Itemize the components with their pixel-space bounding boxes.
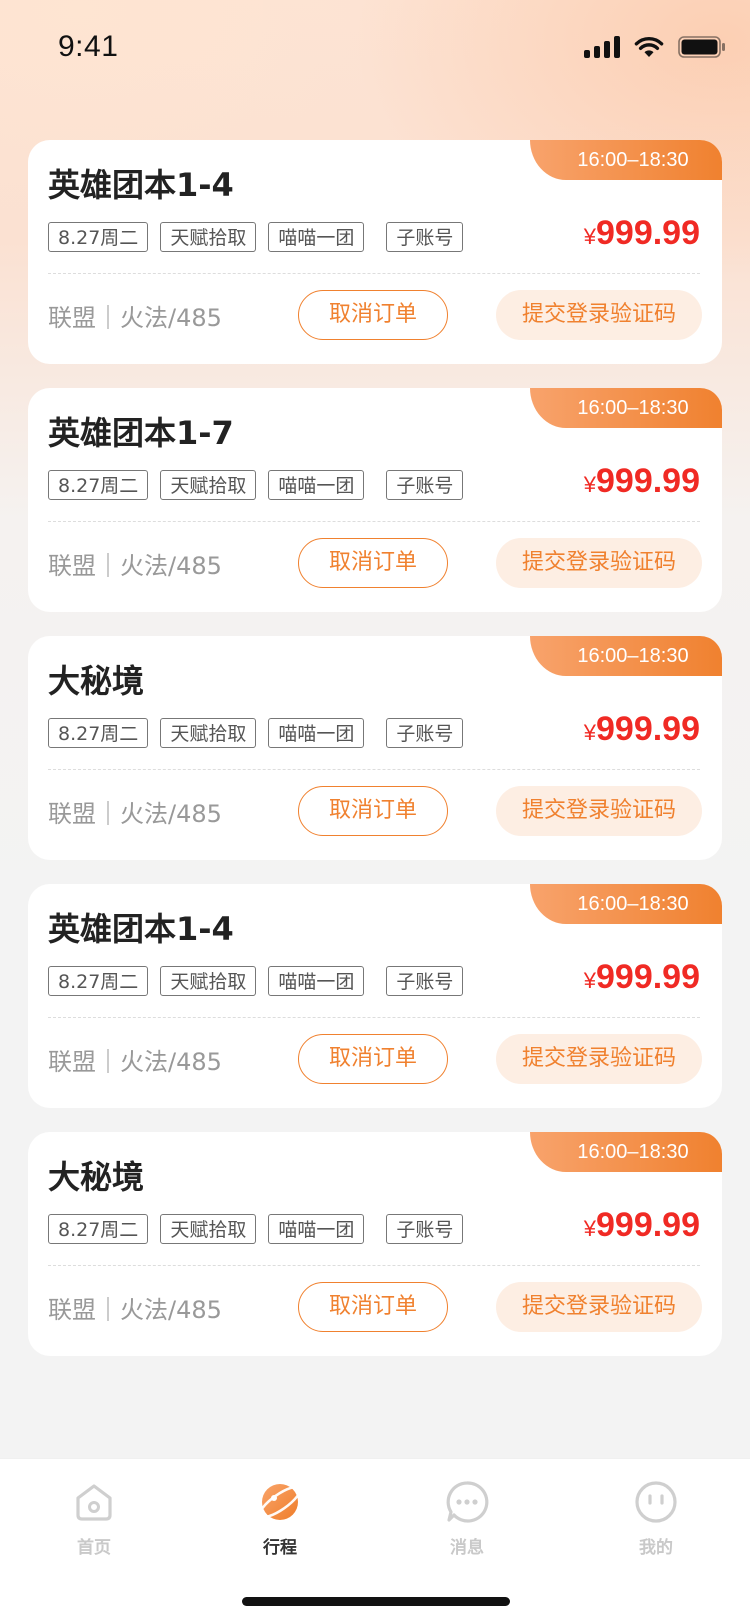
- order-card[interactable]: 16:00–18:30 大秘境 8.27周二 天赋拾取 喵喵一团 子账号 ¥99…: [28, 1132, 722, 1356]
- price-amount: 999.99: [596, 462, 700, 500]
- tab-label: 我的: [639, 1538, 673, 1558]
- tag-date: 8.27周二: [48, 718, 149, 748]
- cellular-signal-icon: [584, 36, 620, 58]
- tab-itinerary[interactable]: 行程: [220, 1479, 340, 1558]
- status-icons: [584, 36, 726, 58]
- tag-team: 喵喵一团: [268, 1214, 365, 1244]
- cancel-order-button[interactable]: 取消订单: [298, 1034, 448, 1084]
- tag-loot: 天赋拾取: [160, 222, 257, 252]
- chat-icon: [446, 1481, 489, 1523]
- order-card[interactable]: 16:00–18:30 大秘境 8.27周二 天赋拾取 喵喵一团 子账号 ¥99…: [28, 636, 722, 860]
- order-tags: 8.27周二 天赋拾取 喵喵一团 子账号: [48, 222, 464, 252]
- tag-date: 8.27周二: [48, 222, 149, 252]
- tag-team: 喵喵一团: [268, 966, 365, 996]
- wifi-icon: [634, 36, 664, 58]
- price: ¥999.99: [584, 462, 700, 501]
- tag-team: 喵喵一团: [268, 222, 365, 252]
- dashed-divider: [48, 769, 700, 770]
- submit-login-code-button[interactable]: 提交登录验证码: [496, 538, 702, 588]
- status-bar: 9:41: [0, 0, 750, 100]
- order-title: 英雄团本1-4: [48, 166, 234, 204]
- order-title: 大秘境: [48, 1158, 145, 1196]
- cancel-order-button[interactable]: 取消订单: [298, 290, 448, 340]
- order-title: 大秘境: [48, 662, 145, 700]
- tag-team: 喵喵一团: [268, 718, 365, 748]
- price-amount: 999.99: [596, 958, 700, 996]
- battery-icon: [678, 36, 726, 58]
- time-range-badge: 16:00–18:30: [530, 388, 722, 428]
- bottom-tab-bar: 首页 行程 消息 我的: [0, 1458, 750, 1624]
- tag-account: 子账号: [386, 718, 464, 748]
- price: ¥999.99: [584, 214, 700, 253]
- order-tags: 8.27周二 天赋拾取 喵喵一团 子账号: [48, 1214, 464, 1244]
- tag-date: 8.27周二: [48, 1214, 149, 1244]
- tab-messages[interactable]: 消息: [407, 1479, 527, 1558]
- order-list: 16:00–18:30 英雄团本1-4 8.27周二 天赋拾取 喵喵一团 子账号…: [28, 140, 722, 1380]
- currency-symbol: ¥: [583, 968, 596, 993]
- currency-symbol: ¥: [583, 224, 596, 249]
- dashed-divider: [48, 521, 700, 522]
- price: ¥999.99: [584, 958, 700, 997]
- faction-class-info: 联盟｜火法/485: [48, 552, 222, 580]
- faction-class-info: 联盟｜火法/485: [48, 304, 222, 332]
- price-amount: 999.99: [596, 1206, 700, 1244]
- cancel-order-button[interactable]: 取消订单: [298, 538, 448, 588]
- currency-symbol: ¥: [583, 1216, 596, 1241]
- order-tags: 8.27周二 天赋拾取 喵喵一团 子账号: [48, 718, 464, 748]
- time-range-badge: 16:00–18:30: [530, 1132, 722, 1172]
- order-tags: 8.27周二 天赋拾取 喵喵一团 子账号: [48, 470, 464, 500]
- currency-symbol: ¥: [583, 720, 596, 745]
- cancel-order-button[interactable]: 取消订单: [298, 786, 448, 836]
- tag-account: 子账号: [386, 966, 464, 996]
- cancel-order-button[interactable]: 取消订单: [298, 1282, 448, 1332]
- tab-profile[interactable]: 我的: [596, 1479, 716, 1558]
- order-card[interactable]: 16:00–18:30 英雄团本1-4 8.27周二 天赋拾取 喵喵一团 子账号…: [28, 884, 722, 1108]
- planet-icon: [258, 1484, 302, 1520]
- dashed-divider: [48, 1265, 700, 1266]
- profile-face-icon: [635, 1481, 677, 1523]
- tag-account: 子账号: [386, 1214, 464, 1244]
- tag-account: 子账号: [386, 222, 464, 252]
- tab-label: 行程: [263, 1538, 297, 1558]
- tag-date: 8.27周二: [48, 470, 149, 500]
- time-range-badge: 16:00–18:30: [530, 140, 722, 180]
- time-range-badge: 16:00–18:30: [530, 636, 722, 676]
- price: ¥999.99: [584, 1206, 700, 1245]
- tag-team: 喵喵一团: [268, 470, 365, 500]
- tag-account: 子账号: [386, 470, 464, 500]
- price: ¥999.99: [584, 710, 700, 749]
- order-card[interactable]: 16:00–18:30 英雄团本1-7 8.27周二 天赋拾取 喵喵一团 子账号…: [28, 388, 722, 612]
- tab-home[interactable]: 首页: [34, 1479, 154, 1558]
- tag-loot: 天赋拾取: [160, 966, 257, 996]
- order-title: 英雄团本1-7: [48, 414, 234, 452]
- currency-symbol: ¥: [583, 472, 596, 497]
- price-amount: 999.99: [596, 214, 700, 252]
- tab-label: 消息: [450, 1538, 484, 1558]
- submit-login-code-button[interactable]: 提交登录验证码: [496, 290, 702, 340]
- tag-loot: 天赋拾取: [160, 1214, 257, 1244]
- faction-class-info: 联盟｜火法/485: [48, 1048, 222, 1076]
- submit-login-code-button[interactable]: 提交登录验证码: [496, 1282, 702, 1332]
- order-tags: 8.27周二 天赋拾取 喵喵一团 子账号: [48, 966, 464, 996]
- dashed-divider: [48, 1017, 700, 1018]
- dashed-divider: [48, 273, 700, 274]
- submit-login-code-button[interactable]: 提交登录验证码: [496, 786, 702, 836]
- tag-loot: 天赋拾取: [160, 470, 257, 500]
- price-amount: 999.99: [596, 710, 700, 748]
- tab-label: 首页: [77, 1538, 111, 1558]
- time-range-badge: 16:00–18:30: [530, 884, 722, 924]
- faction-class-info: 联盟｜火法/485: [48, 1296, 222, 1324]
- faction-class-info: 联盟｜火法/485: [48, 800, 222, 828]
- home-indicator[interactable]: [242, 1597, 510, 1606]
- order-title: 英雄团本1-4: [48, 910, 234, 948]
- status-time: 9:41: [58, 30, 119, 63]
- submit-login-code-button[interactable]: 提交登录验证码: [496, 1034, 702, 1084]
- home-icon: [76, 1484, 112, 1521]
- order-card[interactable]: 16:00–18:30 英雄团本1-4 8.27周二 天赋拾取 喵喵一团 子账号…: [28, 140, 722, 364]
- tag-date: 8.27周二: [48, 966, 149, 996]
- tag-loot: 天赋拾取: [160, 718, 257, 748]
